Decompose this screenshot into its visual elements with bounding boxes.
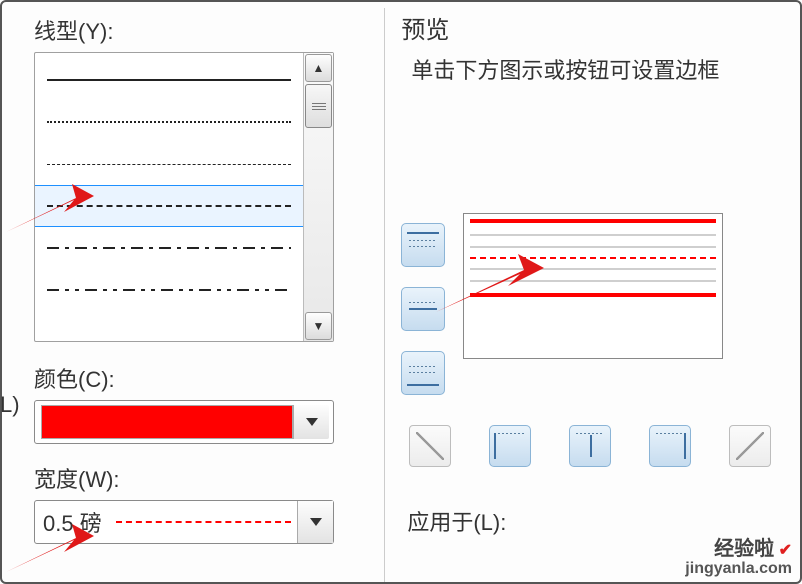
preview-title: 预览: [401, 10, 792, 45]
border-diagonal-down-button[interactable]: [729, 425, 771, 467]
apply-to-label: 应用于(L):: [401, 505, 792, 537]
line-style-option[interactable]: [35, 59, 303, 101]
watermark: 经验啦 ✔ jingyanla.com: [685, 538, 792, 578]
chevron-down-icon: [297, 501, 333, 543]
line-style-option[interactable]: [35, 101, 303, 143]
line-style-listbox[interactable]: ▲ ▼: [34, 52, 334, 342]
preview-box[interactable]: [463, 213, 723, 359]
border-top-button[interactable]: [401, 223, 445, 267]
color-label: 颜色(C):: [34, 362, 384, 394]
cropped-label: L): [0, 392, 20, 418]
width-sample-line: [116, 521, 291, 523]
width-value: 0.5 磅: [35, 506, 110, 538]
border-vertical-button[interactable]: [569, 425, 611, 467]
scroll-thumb[interactable]: [305, 84, 332, 128]
border-bottom-button[interactable]: [401, 351, 445, 395]
scroll-up-button[interactable]: ▲: [305, 54, 332, 82]
right-panel: 预览 单击下方图示或按钮可设置边框: [385, 8, 792, 582]
chevron-down-icon: [293, 405, 329, 439]
color-combo[interactable]: [34, 400, 334, 444]
preview-desc: 单击下方图示或按钮可设置边框: [411, 53, 792, 85]
line-style-option[interactable]: [35, 227, 303, 269]
border-diagonal-up-button[interactable]: [409, 425, 451, 467]
border-left-button[interactable]: [489, 425, 531, 467]
scroll-down-button[interactable]: ▼: [305, 312, 332, 340]
width-label: 宽度(W):: [34, 462, 384, 494]
line-style-label: 线型(Y):: [34, 14, 384, 46]
line-style-option-selected[interactable]: [35, 185, 303, 227]
scrollbar[interactable]: ▲ ▼: [303, 53, 333, 341]
color-swatch: [41, 405, 293, 439]
border-right-button[interactable]: [649, 425, 691, 467]
border-middle-button[interactable]: [401, 287, 445, 331]
line-style-option[interactable]: [35, 269, 303, 311]
line-style-option[interactable]: [35, 143, 303, 185]
width-combo[interactable]: 0.5 磅: [34, 500, 334, 544]
left-panel: 线型(Y): ▲ ▼ 颜色(C):: [10, 8, 385, 582]
